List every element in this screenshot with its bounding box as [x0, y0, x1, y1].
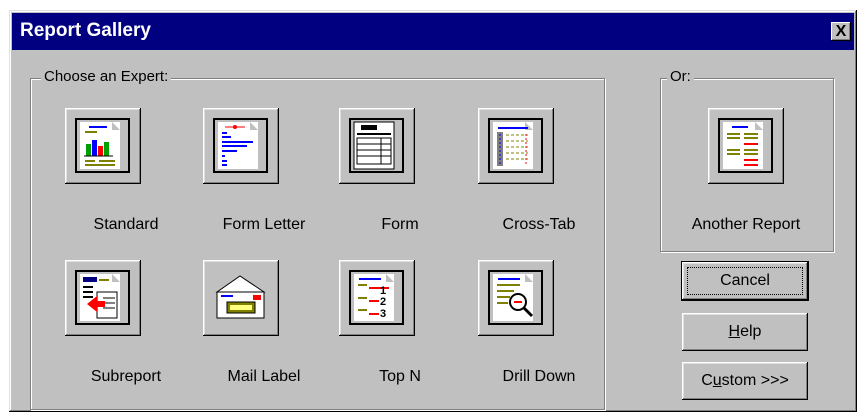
help-mnemonic: H	[728, 323, 741, 340]
top-n-icon: 1 2 3	[354, 274, 394, 321]
expert-drill-down[interactable]: Drill Down	[469, 260, 609, 400]
drill-down-button[interactable]	[478, 260, 554, 336]
expert-group-legend: Choose an Expert:	[41, 68, 172, 85]
standard-report-icon	[80, 122, 120, 169]
svg-text:3: 3	[380, 308, 386, 320]
form-letter-icon	[218, 122, 258, 169]
expert-form-letter[interactable]: Form Letter	[194, 108, 334, 248]
close-button[interactable]: X	[831, 22, 851, 41]
expert-form[interactable]: Form	[330, 108, 470, 248]
another-report-button[interactable]	[708, 108, 784, 184]
expert-standard[interactable]: Standard	[56, 108, 196, 248]
custom-mnemonic: u	[712, 372, 722, 389]
cross-tab-button[interactable]	[478, 108, 554, 184]
drill-down-label: Drill Down	[502, 368, 576, 385]
mail-label-button[interactable]	[203, 260, 279, 336]
help-button[interactable]: Help	[682, 313, 808, 351]
form-letter-label: Form Letter	[222, 216, 306, 233]
expert-subreport[interactable]: Subreport	[56, 260, 196, 400]
another-report-label: Another Report	[691, 216, 801, 233]
report-gallery-dialog: Report Gallery X Choose an Expert: Stand…	[9, 10, 857, 412]
svg-text:2: 2	[380, 296, 386, 308]
cross-tab-icon	[493, 122, 533, 169]
mail-label-label: Mail Label	[227, 368, 301, 385]
subreport-button[interactable]	[65, 260, 141, 336]
form-label: Form	[381, 216, 419, 233]
standard-button[interactable]	[65, 108, 141, 184]
top-n-label: Top N	[379, 368, 421, 385]
form-button[interactable]	[339, 108, 415, 184]
custom-label-rest: stom >>>	[721, 372, 789, 389]
subreport-icon	[80, 274, 120, 321]
expert-cross-tab[interactable]: Cross-Tab	[469, 108, 609, 248]
or-group-legend: Or:	[667, 68, 694, 85]
form-icon	[353, 121, 395, 170]
form-letter-button[interactable]	[203, 108, 279, 184]
cross-tab-label: Cross-Tab	[502, 216, 576, 233]
cancel-focus-rect	[687, 267, 803, 295]
help-label: elp	[740, 323, 762, 340]
window-title: Report Gallery	[20, 20, 151, 41]
top-n-button[interactable]: 1 2 3	[339, 260, 415, 336]
custom-button[interactable]: Custom >>>	[682, 362, 808, 400]
custom-label-first: C	[701, 372, 713, 389]
expert-top-n[interactable]: 1 2 3 Top N	[330, 260, 470, 400]
another-report[interactable]: Another Report	[676, 108, 816, 248]
mail-label-icon	[215, 275, 266, 319]
cancel-button[interactable]: Cancel	[681, 261, 809, 301]
title-bar[interactable]: Report Gallery X	[12, 13, 854, 50]
subreport-label: Subreport	[90, 368, 162, 385]
close-icon: X	[835, 23, 847, 40]
standard-label: Standard	[93, 216, 159, 233]
drill-down-icon	[493, 274, 534, 321]
another-report-icon	[723, 122, 763, 169]
expert-mail-label[interactable]: Mail Label	[194, 260, 334, 400]
